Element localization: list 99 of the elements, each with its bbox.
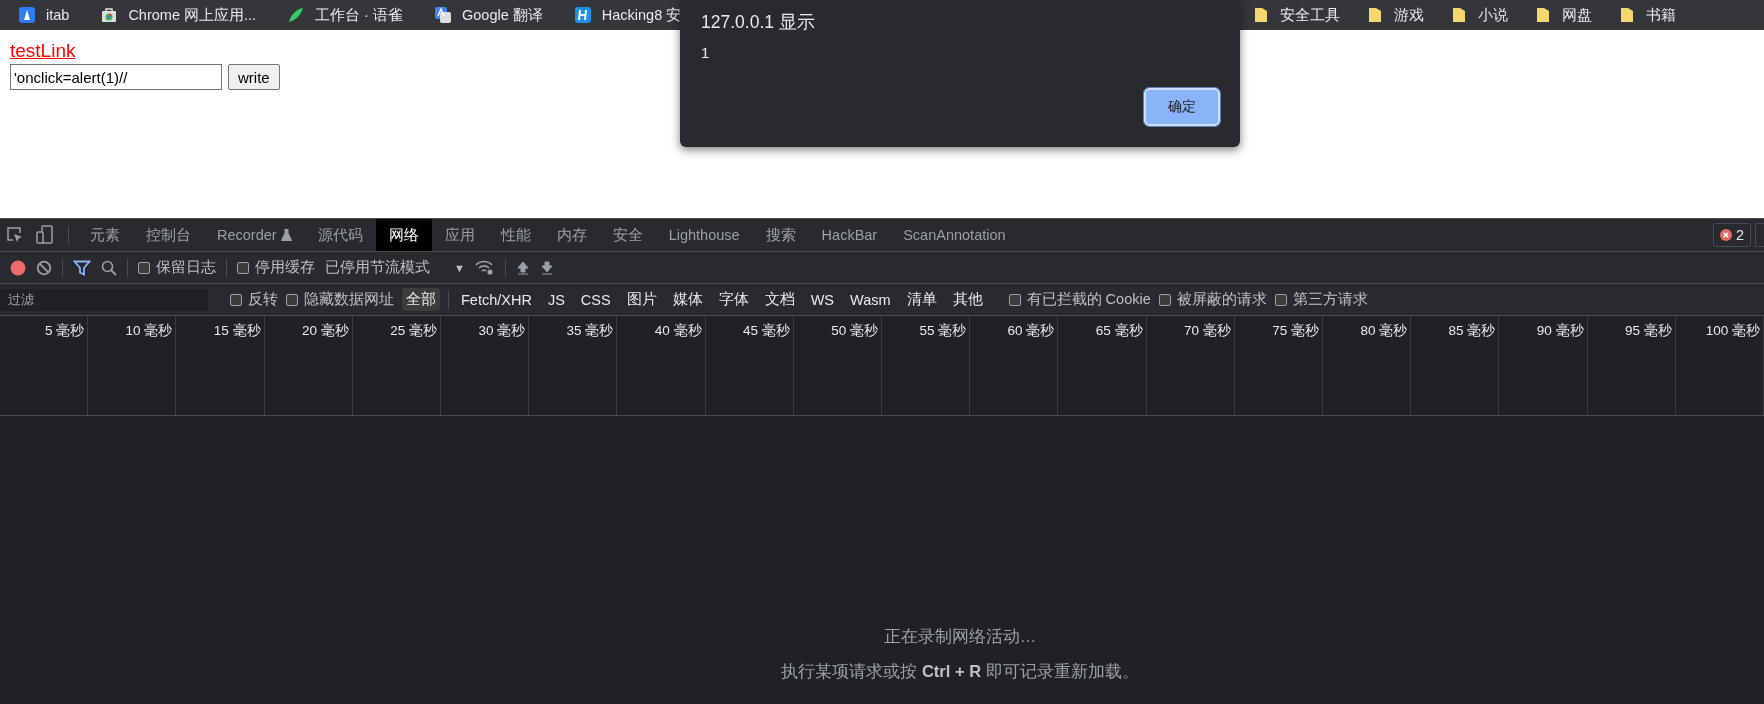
time-tick-label: 5 毫秒 [44, 322, 85, 340]
time-tick-label: 85 毫秒 [1448, 322, 1496, 340]
time-tick-label: 30 毫秒 [478, 322, 526, 340]
type-filter-button[interactable]: WS [806, 289, 839, 310]
devtools-tab[interactable]: 应用 [431, 219, 488, 251]
test-link[interactable]: testLink [10, 40, 76, 62]
checkbox[interactable] [237, 261, 249, 274]
bookmark-folder[interactable]: 网盘 [1526, 0, 1610, 30]
device-icon[interactable] [36, 225, 54, 245]
time-tick-label: 20 毫秒 [302, 322, 349, 340]
checkbox-label: 有已拦截的 Cookie [1026, 290, 1151, 309]
devtools-tab[interactable]: 性能 [487, 219, 544, 251]
time-tick-label: 90 毫秒 [1536, 322, 1584, 340]
bookmark[interactable]: itab [0, 0, 83, 30]
checkbox-label: 第三方请求 [1292, 290, 1368, 309]
devtools-tab[interactable]: 源代码 [304, 219, 376, 251]
filter-icon[interactable] [73, 259, 91, 276]
type-filter-button[interactable]: 清单 [902, 288, 941, 311]
time-tick-label: 40 毫秒 [654, 322, 702, 340]
type-filter-button[interactable]: 图片 [622, 288, 661, 311]
time-tick-label: 45 毫秒 [743, 322, 790, 340]
throttling-dropdown[interactable]: 已停用节流模式 ▼ [325, 258, 465, 277]
time-tick-label: 25 毫秒 [390, 322, 437, 340]
type-filter-button[interactable]: CSS [576, 289, 615, 310]
reload-hint: 执行某项请求或按 Ctrl + R 即可记录重新加载。 [781, 661, 1139, 682]
bookmark-folder[interactable]: 安全工具 [1244, 0, 1358, 30]
time-tick-label: 100 毫秒 [1705, 322, 1760, 340]
error-icon [1719, 229, 1732, 241]
time-tick-label: 50 毫秒 [831, 322, 878, 340]
devtools-tab[interactable]: ScanAnnotation [890, 219, 1019, 251]
time-tick-label: 75 毫秒 [1272, 322, 1319, 340]
type-filter-button[interactable]: 其他 [948, 288, 987, 311]
checkbox[interactable] [138, 261, 150, 274]
checkbox-label: 停用缓存 [255, 258, 315, 277]
h-logo-icon [573, 6, 592, 24]
folder-icon [1368, 7, 1382, 23]
bookmark[interactable]: Google 翻译 [415, 0, 556, 30]
time-tick-label: 65 毫秒 [1095, 322, 1143, 340]
search-icon[interactable] [101, 259, 117, 276]
time-tick-label: 15 毫秒 [213, 322, 261, 340]
devtools-tab[interactable]: 内存 [543, 219, 600, 251]
time-tick-label: 10 毫秒 [125, 322, 173, 340]
checkbox-label: 保留日志 [156, 258, 216, 277]
type-filter-button[interactable]: 字体 [714, 288, 753, 311]
checkbox-label: 被屏蔽的请求 [1176, 290, 1267, 309]
time-tick-label: 70 毫秒 [1184, 322, 1231, 340]
text-input[interactable]: 'onclick=alert(1)// [10, 64, 222, 90]
bookmark-folder[interactable]: 小说 [1442, 0, 1526, 30]
devtools-tab[interactable]: Recorder [204, 219, 305, 251]
write-button[interactable]: write [228, 64, 280, 90]
time-tick-label: 60 毫秒 [1007, 322, 1055, 340]
devtools-tab[interactable]: 元素 [77, 219, 133, 251]
devtools-tab[interactable]: Lighthouse [655, 219, 753, 251]
bookmark-folder[interactable]: 书籍 [1610, 0, 1694, 30]
type-filter-button[interactable]: 文档 [760, 288, 799, 311]
recording-message: 正在录制网络活动… [883, 626, 1037, 647]
bookmark[interactable]: Chrome 网上应用... [82, 0, 270, 30]
checkbox[interactable] [1274, 293, 1287, 306]
record-icon[interactable] [10, 259, 26, 276]
checkbox-label: 反转 [248, 290, 278, 309]
type-filter-button[interactable]: 媒体 [668, 288, 707, 311]
devtools-tab[interactable]: 控制台 [133, 219, 204, 251]
download-icon[interactable] [539, 259, 554, 276]
inspect-icon[interactable] [6, 226, 24, 244]
type-filter-button[interactable]: Fetch/XHR [457, 289, 536, 310]
time-tick-label: 80 毫秒 [1360, 322, 1408, 340]
bookmark[interactable]: Hacking8 安 [555, 0, 682, 30]
checkbox[interactable] [230, 293, 242, 306]
type-filter-button[interactable]: Wasm [846, 289, 895, 310]
checkbox-label: 隐藏数据网址 [304, 290, 394, 309]
translate-icon [433, 6, 452, 24]
checkbox[interactable] [286, 293, 298, 306]
error-badge[interactable]: 2 [1712, 223, 1751, 247]
devtools-tab[interactable]: 安全 [599, 219, 656, 251]
flask-icon [280, 229, 292, 241]
time-tick-label: 35 毫秒 [566, 322, 614, 340]
folder-icon [1620, 7, 1634, 23]
bookmark-folder[interactable]: 游戏 [1358, 0, 1442, 30]
time-tick-label: 95 毫秒 [1625, 322, 1672, 340]
type-filter-button[interactable]: 全部 [402, 288, 440, 311]
devtools-tab[interactable]: HackBar [808, 219, 891, 251]
devtools-tab[interactable]: 网络 [375, 219, 432, 251]
time-tick-label: 55 毫秒 [919, 322, 967, 340]
upload-icon[interactable] [515, 259, 530, 276]
store-icon [100, 6, 119, 24]
folder-icon [1254, 7, 1268, 23]
type-filter-button[interactable]: JS [543, 289, 569, 310]
devtools-tab[interactable]: 搜索 [752, 219, 809, 251]
folder-icon [1536, 7, 1550, 23]
dialog-title: 127.0.0.1 显示 [701, 11, 815, 34]
folder-icon [1452, 7, 1466, 23]
filter-field[interactable]: 过滤 [0, 288, 208, 311]
ok-button[interactable]: 确定 [1144, 88, 1220, 126]
dialog-message: 1 [701, 44, 710, 61]
network-settings-icon[interactable] [474, 259, 495, 276]
clear-icon[interactable] [36, 259, 52, 276]
checkbox[interactable] [1008, 293, 1021, 306]
bookmark[interactable]: 工作台 · 语雀 [269, 0, 416, 30]
checkbox[interactable] [1158, 293, 1171, 306]
